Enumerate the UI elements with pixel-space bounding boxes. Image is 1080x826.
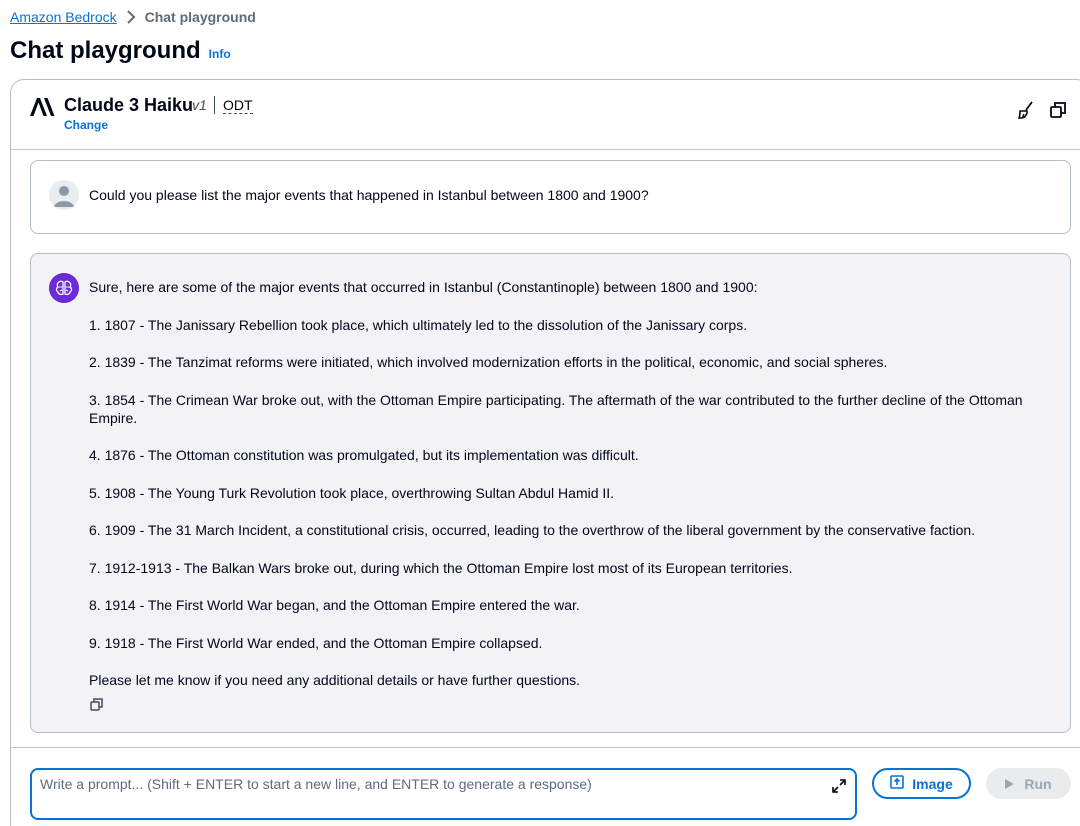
user-avatar xyxy=(49,180,79,210)
breadcrumb: Amazon Bedrock Chat playground xyxy=(10,8,256,26)
list-item: 4. 1876 - The Ottoman constitution was p… xyxy=(89,447,639,463)
chat-panel: Claude 3 Haiku v1 ODT Change Could you p… xyxy=(10,79,1080,826)
expand-icon[interactable] xyxy=(831,778,847,794)
model-name: Claude 3 Haiku xyxy=(64,95,194,115)
divider xyxy=(214,96,215,114)
list-item: 7. 1912-1913 - The Balkan Wars broke out… xyxy=(89,559,793,576)
run-button-label: Run xyxy=(1024,775,1052,792)
list-item: 8. 1914 - The First World War began, and… xyxy=(89,597,580,613)
model-tag[interactable]: ODT xyxy=(223,97,253,114)
play-icon xyxy=(1005,776,1015,792)
run-button[interactable]: Run xyxy=(986,768,1071,799)
page-header: Chat playground Info xyxy=(10,36,231,66)
list-item: 3. 1854 - The Crimean War broke out, wit… xyxy=(89,391,1023,426)
copy-response-icon[interactable] xyxy=(89,697,105,713)
prompt-box[interactable] xyxy=(30,768,857,820)
list-item: 9. 1918 - The First World War ended, and… xyxy=(89,634,543,651)
image-upload-button[interactable]: Image xyxy=(872,768,971,799)
list-item: 6. 1909 - The 31 March Incident, a const… xyxy=(89,522,976,538)
chevron-right-icon xyxy=(117,8,145,26)
list-item: 1. 1807 - The Janissary Rebellion took p… xyxy=(89,316,748,333)
assistant-outro: Please let me know if you need any addit… xyxy=(89,672,581,688)
anthropic-logo-icon xyxy=(29,96,55,118)
user-message-text: Could you please list the major events t… xyxy=(89,187,649,203)
copy-icon[interactable] xyxy=(1048,100,1068,120)
breadcrumb-amazon-bedrock-link[interactable]: Amazon Bedrock xyxy=(10,9,117,25)
image-upload-icon xyxy=(890,775,905,792)
list-item: 2. 1839 - The Tanzimat reforms were init… xyxy=(89,354,888,370)
model-version: v1 xyxy=(192,97,207,113)
change-model-link[interactable]: Change xyxy=(64,118,108,132)
prompt-input[interactable] xyxy=(40,776,820,792)
image-button-label: Image xyxy=(912,775,953,792)
assistant-brain-icon xyxy=(49,273,79,303)
broom-clear-icon[interactable] xyxy=(1016,100,1036,120)
info-link[interactable]: Info xyxy=(209,47,231,61)
prompt-footer: Image Run xyxy=(11,747,1080,826)
breadcrumb-current: Chat playground xyxy=(144,9,256,25)
model-header: Claude 3 Haiku v1 ODT Change xyxy=(11,80,1080,150)
page-title: Chat playground xyxy=(10,37,201,64)
user-message: Could you please list the major events t… xyxy=(30,160,1071,234)
list-item: 5. 1908 - The Young Turk Revolution took… xyxy=(89,484,615,501)
assistant-message-text: Sure, here are some of the major events … xyxy=(89,278,1030,709)
assistant-message: Sure, here are some of the major events … xyxy=(30,253,1071,733)
assistant-intro: Sure, here are some of the major events … xyxy=(89,279,758,295)
